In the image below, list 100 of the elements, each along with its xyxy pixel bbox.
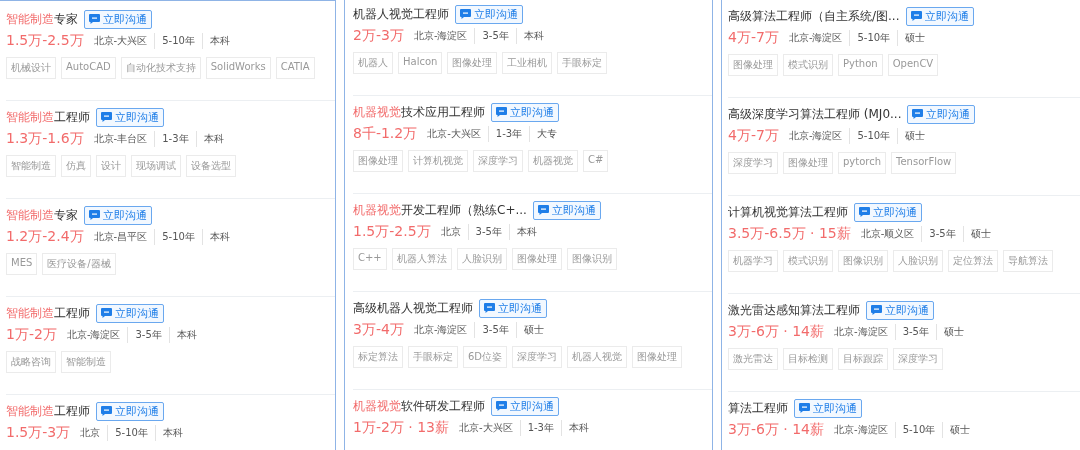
chat-button[interactable]: 立即沟通 (455, 4, 523, 24)
skill-tag: 标定算法 (353, 346, 403, 368)
skill-tag: 图像处理 (447, 52, 498, 74)
job-requirement: 本科 (154, 425, 190, 441)
skill-tag: 深度学习 (893, 348, 943, 370)
salary-text: 3万-6万 · 14薪 (728, 323, 825, 341)
job-requirement: 1-3年 (487, 126, 530, 142)
job-title[interactable]: 算法工程师 (728, 399, 788, 417)
job-requirement: 3-5年 (474, 322, 516, 338)
salary-text: 3万-4万 (353, 321, 404, 339)
job-requirement: 5-10年 (894, 422, 943, 438)
job-title[interactable]: 智能制造工程师 (6, 304, 90, 322)
salary-text: 1.5万-3万 (6, 424, 71, 442)
job-title[interactable]: 高级机器人视觉工程师 (353, 299, 473, 317)
job-title[interactable]: 智能制造专家 (6, 206, 78, 224)
job-title[interactable]: 智能制造工程师 (6, 402, 90, 420)
chat-bubble-icon (912, 109, 924, 119)
salary-text: 1万-2万 · 13薪 (353, 419, 450, 437)
job-title[interactable]: 高级深度学习算法工程师 (MJ0... (728, 105, 902, 123)
job-title[interactable]: 机器视觉技术应用工程师 (353, 103, 485, 121)
job-title[interactable]: 高级算法工程师（自主系统/图... (728, 7, 900, 25)
chat-button[interactable]: 立即沟通 (854, 202, 922, 222)
chat-button[interactable]: 立即沟通 (96, 401, 164, 421)
skill-tag: 激光雷达 (728, 348, 778, 370)
job-requirement: 1-3年 (519, 420, 561, 436)
skill-tag: 图像处理 (511, 248, 562, 270)
skill-tag: 自动化技术支持 (120, 57, 201, 79)
job-requirement: 硕士 (897, 30, 933, 46)
job-requirement: 大专 (529, 126, 565, 142)
skill-tag: 医疗设备/器械 (42, 253, 116, 275)
chat-button[interactable]: 立即沟通 (479, 298, 547, 318)
job-requirement: 北京-昌平区 (92, 230, 149, 244)
job-title[interactable]: 机器人视觉工程师 (353, 5, 449, 23)
chat-button[interactable]: 立即沟通 (532, 200, 601, 220)
skill-tag: 机械设计 (6, 57, 56, 79)
skill-tag: 模式识别 (783, 54, 833, 76)
job-requirement: 北京 (439, 225, 462, 239)
skill-tag: 手眼标定 (408, 346, 458, 368)
job-requirement: 北京-顺义区 (859, 227, 916, 241)
chat-button[interactable]: 立即沟通 (866, 300, 934, 320)
skill-tag: 图像处理 (632, 346, 683, 368)
chat-button[interactable]: 立即沟通 (907, 104, 976, 124)
job-requirement: 3-5年 (474, 28, 516, 44)
job-requirement: 北京-海淀区 (65, 328, 122, 342)
skill-tag: 机器人 (353, 52, 393, 74)
job-title[interactable]: 智能制造专家 (6, 10, 78, 28)
chat-button[interactable]: 立即沟通 (491, 396, 559, 416)
skill-tag: 模式识别 (783, 250, 833, 272)
skill-tag: 目标检测 (783, 348, 833, 370)
skill-tag: 人脸识别 (456, 248, 507, 270)
job-requirement: 3-5年 (894, 324, 936, 340)
skill-tag: AutoCAD (61, 57, 116, 79)
salary-text: 1.5万-2.5万 (6, 32, 84, 50)
salary-text: 8千-1.2万 (353, 125, 418, 143)
chat-bubble-icon (496, 401, 507, 411)
job-requirement: 5-10年 (154, 229, 202, 245)
job-requirement: 北京-海淀区 (833, 423, 889, 437)
job-title[interactable]: 智能制造工程师 (6, 108, 90, 126)
salary-text: 2万-3万 (353, 27, 404, 45)
chat-button[interactable]: 立即沟通 (96, 107, 164, 127)
skill-tag: 工业相机 (502, 52, 553, 74)
skill-tag: 图像处理 (783, 152, 833, 174)
chat-button[interactable]: 立即沟通 (794, 398, 862, 418)
skill-tag: 6D位姿 (463, 346, 508, 368)
skill-tag: 机器人视觉 (567, 346, 628, 368)
chat-button[interactable]: 立即沟通 (905, 6, 974, 26)
job-title[interactable]: 机器视觉软件研发工程师 (353, 397, 485, 415)
job-title[interactable]: 激光雷达感知算法工程师 (728, 301, 860, 319)
chat-button[interactable]: 立即沟通 (491, 102, 559, 122)
skill-tag: Python (838, 54, 883, 76)
job-requirement: 北京-海淀区 (412, 29, 469, 43)
job-requirement: 1-3年 (154, 131, 196, 147)
job-title[interactable]: 机器视觉开发工程师（熟练C+... (353, 201, 527, 219)
skill-tag: 机器人算法 (391, 248, 452, 270)
skill-tag: C++ (353, 248, 387, 270)
job-requirement: 3-5年 (921, 226, 963, 242)
chat-bubble-icon (101, 308, 112, 318)
skill-tag: 智能制造 (61, 351, 111, 373)
skill-tag: 图像识别 (566, 248, 617, 270)
job-requirement: 北京-丰台区 (92, 132, 149, 146)
chat-bubble-icon (460, 9, 471, 19)
job-requirement: 5-10年 (154, 33, 202, 49)
chat-button[interactable]: 立即沟通 (96, 303, 164, 323)
skill-tag: 机器视觉 (528, 150, 578, 172)
chat-bubble-icon (101, 406, 112, 416)
skill-tag: 深度学习 (512, 346, 563, 368)
job-requirement: 硕士 (942, 422, 978, 438)
job-title[interactable]: 计算机视觉算法工程师 (728, 203, 848, 221)
chat-bubble-icon (484, 303, 495, 313)
salary-text: 3万-6万 · 14薪 (728, 421, 825, 439)
job-requirement: 硕士 (515, 322, 551, 338)
skill-tag: C# (583, 150, 609, 172)
job-requirement: 3-5年 (467, 224, 509, 240)
job-requirement: 本科 (201, 229, 237, 245)
job-requirement: 本科 (195, 131, 231, 147)
chat-button[interactable]: 立即沟通 (84, 9, 152, 29)
salary-text: 1.5万-2.5万 (353, 223, 431, 241)
chat-button[interactable]: 立即沟通 (84, 205, 152, 225)
job-requirement: 本科 (201, 33, 237, 49)
salary-text: 1.2万-2.4万 (6, 228, 84, 246)
